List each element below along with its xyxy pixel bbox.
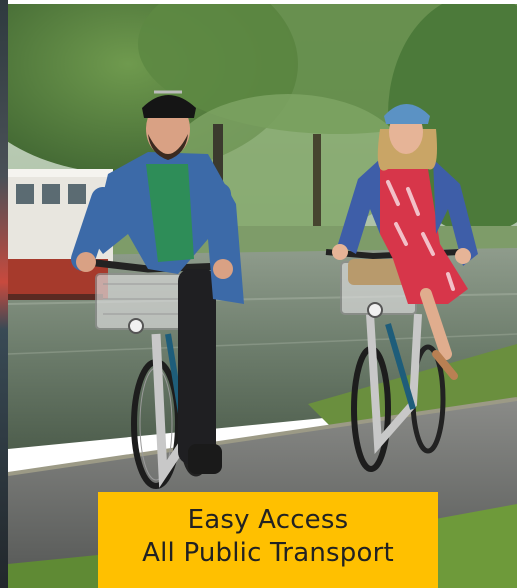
adjacent-image-strip — [0, 0, 8, 588]
promo-banner: Easy Access All Public Transport — [0, 0, 517, 588]
caption-box: Easy Access All Public Transport — [98, 492, 438, 588]
caption-line-1: Easy Access — [187, 505, 349, 535]
caption-line-2: All Public Transport — [142, 538, 394, 568]
